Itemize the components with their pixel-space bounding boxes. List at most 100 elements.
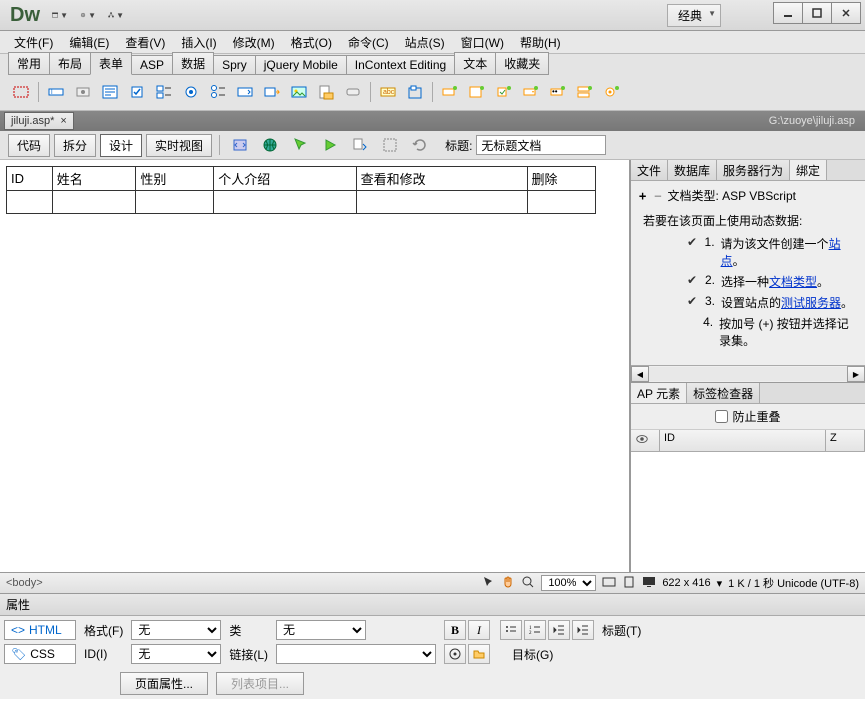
ribbon-tab-forms[interactable]: 表单	[90, 52, 132, 75]
doctype-link[interactable]: 文档类型	[769, 275, 817, 289]
spry-confirm-icon[interactable]	[572, 80, 598, 104]
play-icon[interactable]	[317, 133, 343, 157]
table-cell[interactable]: 个人介绍	[214, 167, 356, 191]
spry-select-icon[interactable]	[518, 80, 544, 104]
spry-radio-icon[interactable]	[599, 80, 625, 104]
inspect-icon[interactable]	[287, 133, 313, 157]
title-input[interactable]	[476, 135, 606, 155]
window-size[interactable]: 622 x 416	[662, 577, 710, 589]
table-cell[interactable]	[52, 191, 136, 214]
panel-scrollbar[interactable]: ◀ ▶	[631, 365, 865, 382]
ap-col-id[interactable]: ID	[660, 430, 826, 451]
zoom-select[interactable]: 100%	[541, 575, 596, 591]
ribbon-tab-data[interactable]: 数据	[172, 52, 214, 75]
layout-icon[interactable]: ▼	[52, 7, 68, 23]
menu-help[interactable]: 帮助(H)	[512, 32, 569, 53]
close-button[interactable]	[831, 2, 861, 24]
design-canvas[interactable]: ID 姓名 性别 个人介绍 查看和修改 删除	[0, 160, 630, 572]
spry-password-icon[interactable]: ••	[545, 80, 571, 104]
file-field-icon[interactable]	[313, 80, 339, 104]
table-row[interactable]	[7, 191, 596, 214]
menu-modify[interactable]: 修改(M)	[225, 32, 283, 53]
italic-button[interactable]: I	[468, 620, 490, 640]
remove-binding-button[interactable]: −	[652, 189, 663, 203]
canvas-table[interactable]: ID 姓名 性别 个人介绍 查看和修改 删除	[6, 166, 596, 214]
textarea-icon[interactable]	[97, 80, 123, 104]
view-design-button[interactable]: 设计	[100, 134, 142, 157]
menu-view[interactable]: 查看(V)	[117, 32, 173, 53]
ribbon-tab-common[interactable]: 常用	[8, 52, 50, 75]
menu-insert[interactable]: 插入(I)	[173, 32, 224, 53]
zoom-tool-icon[interactable]	[521, 575, 535, 592]
live-code-icon[interactable]	[227, 133, 253, 157]
indent-button[interactable]	[572, 620, 594, 640]
textfield-icon[interactable]: I	[43, 80, 69, 104]
globe-icon[interactable]	[257, 133, 283, 157]
tab-ap-elements[interactable]: AP 元素	[631, 383, 687, 403]
browse-folder-icon[interactable]	[468, 644, 490, 664]
format-select[interactable]: 无	[131, 620, 221, 640]
select-icon[interactable]	[232, 80, 258, 104]
radio-icon[interactable]	[178, 80, 204, 104]
ap-col-eye[interactable]	[631, 430, 660, 451]
point-to-file-icon[interactable]	[444, 644, 466, 664]
maximize-button[interactable]	[802, 2, 832, 24]
ap-list[interactable]	[631, 452, 865, 572]
table-cell[interactable]: ID	[7, 167, 53, 191]
spry-checkbox-icon[interactable]	[491, 80, 517, 104]
view-code-button[interactable]: 代码	[8, 134, 50, 157]
jump-menu-icon[interactable]	[259, 80, 285, 104]
table-cell[interactable]	[136, 191, 214, 214]
scroll-left-icon[interactable]: ◀	[631, 366, 649, 382]
view-split-button[interactable]: 拆分	[54, 134, 96, 157]
ribbon-tab-layout[interactable]: 布局	[49, 52, 91, 75]
view-live-button[interactable]: 实时视图	[146, 134, 212, 157]
desktop-size-icon[interactable]	[642, 575, 656, 592]
menu-command[interactable]: 命令(C)	[340, 32, 397, 53]
tag-selector[interactable]: <body>	[6, 577, 43, 589]
refresh-icon[interactable]	[407, 133, 433, 157]
table-cell[interactable]	[527, 191, 596, 214]
spry-textarea-icon[interactable]	[464, 80, 490, 104]
ul-button[interactable]	[500, 620, 522, 640]
tab-database[interactable]: 数据库	[668, 160, 717, 180]
menu-site[interactable]: 站点(S)	[397, 32, 453, 53]
document-tab[interactable]: jiluji.asp* ×	[4, 112, 74, 130]
table-cell[interactable]	[214, 191, 356, 214]
table-cell[interactable]: 性别	[136, 167, 214, 191]
menu-edit[interactable]: 编辑(E)	[61, 32, 117, 53]
ol-button[interactable]: 12	[524, 620, 546, 640]
close-tab-icon[interactable]: ×	[60, 115, 66, 127]
test-server-link[interactable]: 测试服务器	[781, 296, 841, 310]
table-cell[interactable]: 删除	[527, 167, 596, 191]
add-binding-button[interactable]: +	[637, 189, 648, 203]
tab-tag-inspector[interactable]: 标签检查器	[687, 383, 760, 403]
visual-aids-icon[interactable]	[377, 133, 403, 157]
checkbox-icon[interactable]	[124, 80, 150, 104]
checkbox-group-icon[interactable]	[151, 80, 177, 104]
hidden-field-icon[interactable]	[70, 80, 96, 104]
properties-title[interactable]: 属性	[0, 594, 865, 616]
image-field-icon[interactable]	[286, 80, 312, 104]
table-cell[interactable]: 查看和修改	[356, 167, 527, 191]
workspace-layout-dropdown[interactable]: 经典	[667, 4, 721, 27]
ribbon-tab-spry[interactable]: Spry	[213, 55, 256, 75]
menu-format[interactable]: 格式(O)	[283, 32, 340, 53]
prevent-overlap-checkbox[interactable]	[715, 410, 728, 423]
pointer-tool-icon[interactable]	[481, 575, 495, 592]
ribbon-tab-ice[interactable]: InContext Editing	[346, 55, 455, 75]
table-cell[interactable]	[356, 191, 527, 214]
ribbon-tab-jquery[interactable]: jQuery Mobile	[255, 55, 347, 75]
fieldset-icon[interactable]	[402, 80, 428, 104]
tab-bindings[interactable]: 绑定	[790, 160, 827, 180]
hand-tool-icon[interactable]	[501, 575, 515, 592]
ribbon-tab-asp[interactable]: ASP	[131, 55, 173, 75]
form-icon[interactable]	[8, 80, 34, 104]
table-row[interactable]: ID 姓名 性别 个人介绍 查看和修改 删除	[7, 167, 596, 191]
ribbon-tab-fav[interactable]: 收藏夹	[495, 52, 549, 75]
scroll-right-icon[interactable]: ▶	[847, 366, 865, 382]
prop-tab-html[interactable]: <>HTML	[4, 620, 76, 640]
page-properties-button[interactable]: 页面属性...	[120, 672, 208, 695]
radio-group-icon[interactable]	[205, 80, 231, 104]
menu-file[interactable]: 文件(F)	[6, 32, 61, 53]
